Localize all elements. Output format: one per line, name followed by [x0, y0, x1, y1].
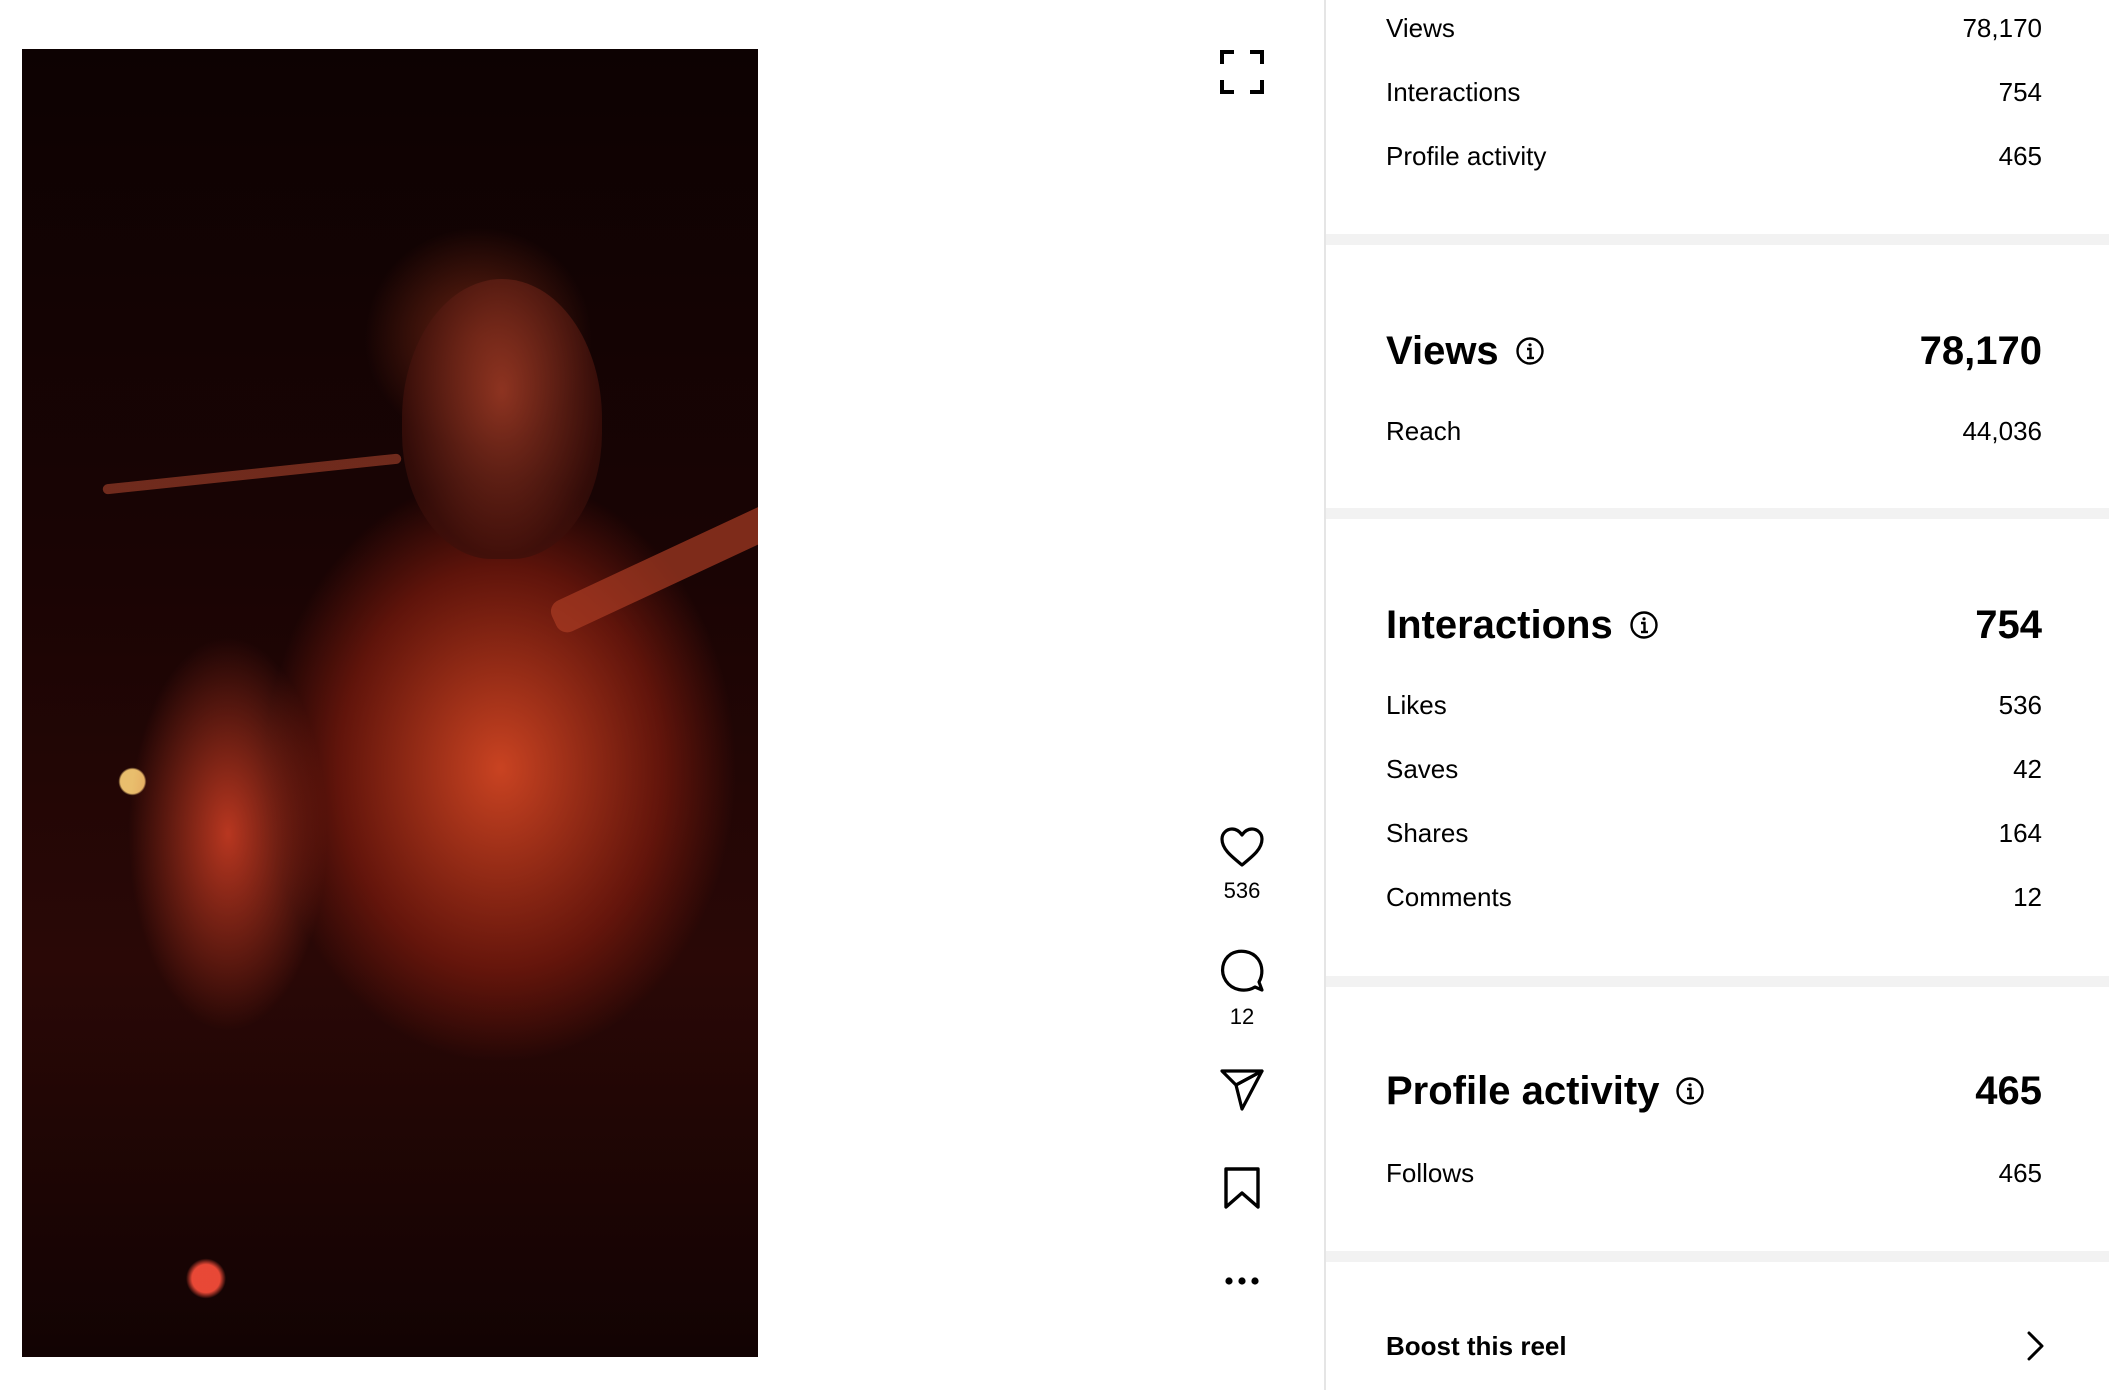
views-row-reach: Reach 44,036: [1386, 411, 2042, 451]
summary-row-interactions: Interactions 754: [1386, 72, 2042, 112]
heart-icon: [1220, 827, 1264, 867]
section-separator: [1326, 1251, 2109, 1262]
summary-label: Views: [1386, 12, 1455, 43]
views-section: Views 78,170 Reach 44,036: [1326, 245, 2109, 508]
likes-count: 536: [1223, 878, 1261, 903]
views-title: Views: [1386, 328, 1499, 373]
interactions-row-saves: Saves 42: [1386, 749, 2042, 789]
summary-row-views: Views 78,170: [1386, 8, 2042, 48]
summary-row-profile-activity: Profile activity 465: [1386, 136, 2042, 176]
info-icon[interactable]: [1675, 1076, 1705, 1106]
section-separator: [1326, 976, 2109, 987]
boost-reel-button[interactable]: Boost this reel: [1386, 1326, 2046, 1366]
summary-label: Interactions: [1386, 76, 1521, 107]
bookmark-icon: [1224, 1167, 1260, 1209]
reel-actions: 536 12: [1200, 0, 1284, 1390]
views-total: 78,170: [1919, 328, 2042, 373]
profile-activity-title: Profile activity: [1386, 1068, 1660, 1113]
boost-label: Boost this reel: [1386, 1330, 1567, 1361]
video-subject-head: [402, 279, 602, 559]
fullscreen-button[interactable]: [1200, 50, 1284, 94]
summary-label: Profile activity: [1386, 140, 1547, 171]
metric-label: Reach: [1386, 415, 1462, 446]
video-mic-stand: [102, 453, 402, 495]
comment-icon: [1220, 949, 1264, 992]
share-icon: [1220, 1069, 1264, 1111]
metric-label: Comments: [1386, 881, 1512, 912]
profile-activity-header: Profile activity 465: [1386, 1063, 2042, 1119]
section-separator: [1326, 508, 2109, 519]
comment-button[interactable]: 12: [1200, 948, 1284, 1030]
summary-value: 754: [1998, 76, 2042, 107]
interactions-title: Interactions: [1386, 602, 1613, 647]
metric-label: Likes: [1386, 689, 1447, 720]
info-icon[interactable]: [1515, 336, 1545, 366]
metric-label: Shares: [1386, 817, 1469, 848]
interactions-header: Interactions 754: [1386, 597, 2042, 653]
more-icon: [1225, 1277, 1259, 1285]
metric-value: 536: [1998, 689, 2042, 720]
insights-panel: Views 78,170 Interactions 754 Profile ac…: [1326, 0, 2109, 1390]
views-header: Views 78,170: [1386, 323, 2042, 379]
more-options-button[interactable]: [1200, 1276, 1284, 1286]
metric-value: 12: [2013, 881, 2042, 912]
profile-activity-total: 465: [1975, 1068, 2042, 1113]
metric-label: Follows: [1386, 1157, 1475, 1188]
comments-count: 12: [1229, 1004, 1255, 1029]
like-button[interactable]: 536: [1200, 826, 1284, 904]
interactions-row-shares: Shares 164: [1386, 813, 2042, 853]
summary-value: 78,170: [1962, 12, 2042, 43]
profile-row-follows: Follows 465: [1386, 1153, 2042, 1193]
reel-insights-page: 536 12 Views 78,170 Interactions 754 Pro…: [0, 0, 2109, 1390]
interactions-total: 754: [1975, 602, 2042, 647]
interactions-row-likes: Likes 536: [1386, 685, 2042, 725]
reel-video[interactable]: [22, 49, 758, 1357]
save-button[interactable]: [1200, 1166, 1284, 1210]
summary-value: 465: [1998, 140, 2042, 171]
metric-value: 164: [1998, 817, 2042, 848]
interactions-section: Interactions 754 Likes 536 Saves 42 Shar…: [1326, 519, 2109, 976]
expand-icon: [1220, 50, 1264, 94]
metric-label: Saves: [1386, 753, 1459, 784]
metric-value: 465: [1998, 1157, 2042, 1188]
interactions-row-comments: Comments 12: [1386, 877, 2042, 917]
section-separator: [1326, 234, 2109, 245]
profile-activity-section: Profile activity 465 Follows 465: [1326, 987, 2109, 1251]
metric-value: 42: [2013, 753, 2042, 784]
info-icon[interactable]: [1629, 610, 1659, 640]
chevron-right-icon: [2027, 1331, 2044, 1361]
metric-value: 44,036: [1962, 415, 2042, 446]
share-button[interactable]: [1200, 1068, 1284, 1112]
summary-section: Views 78,170 Interactions 754 Profile ac…: [1326, 0, 2109, 234]
